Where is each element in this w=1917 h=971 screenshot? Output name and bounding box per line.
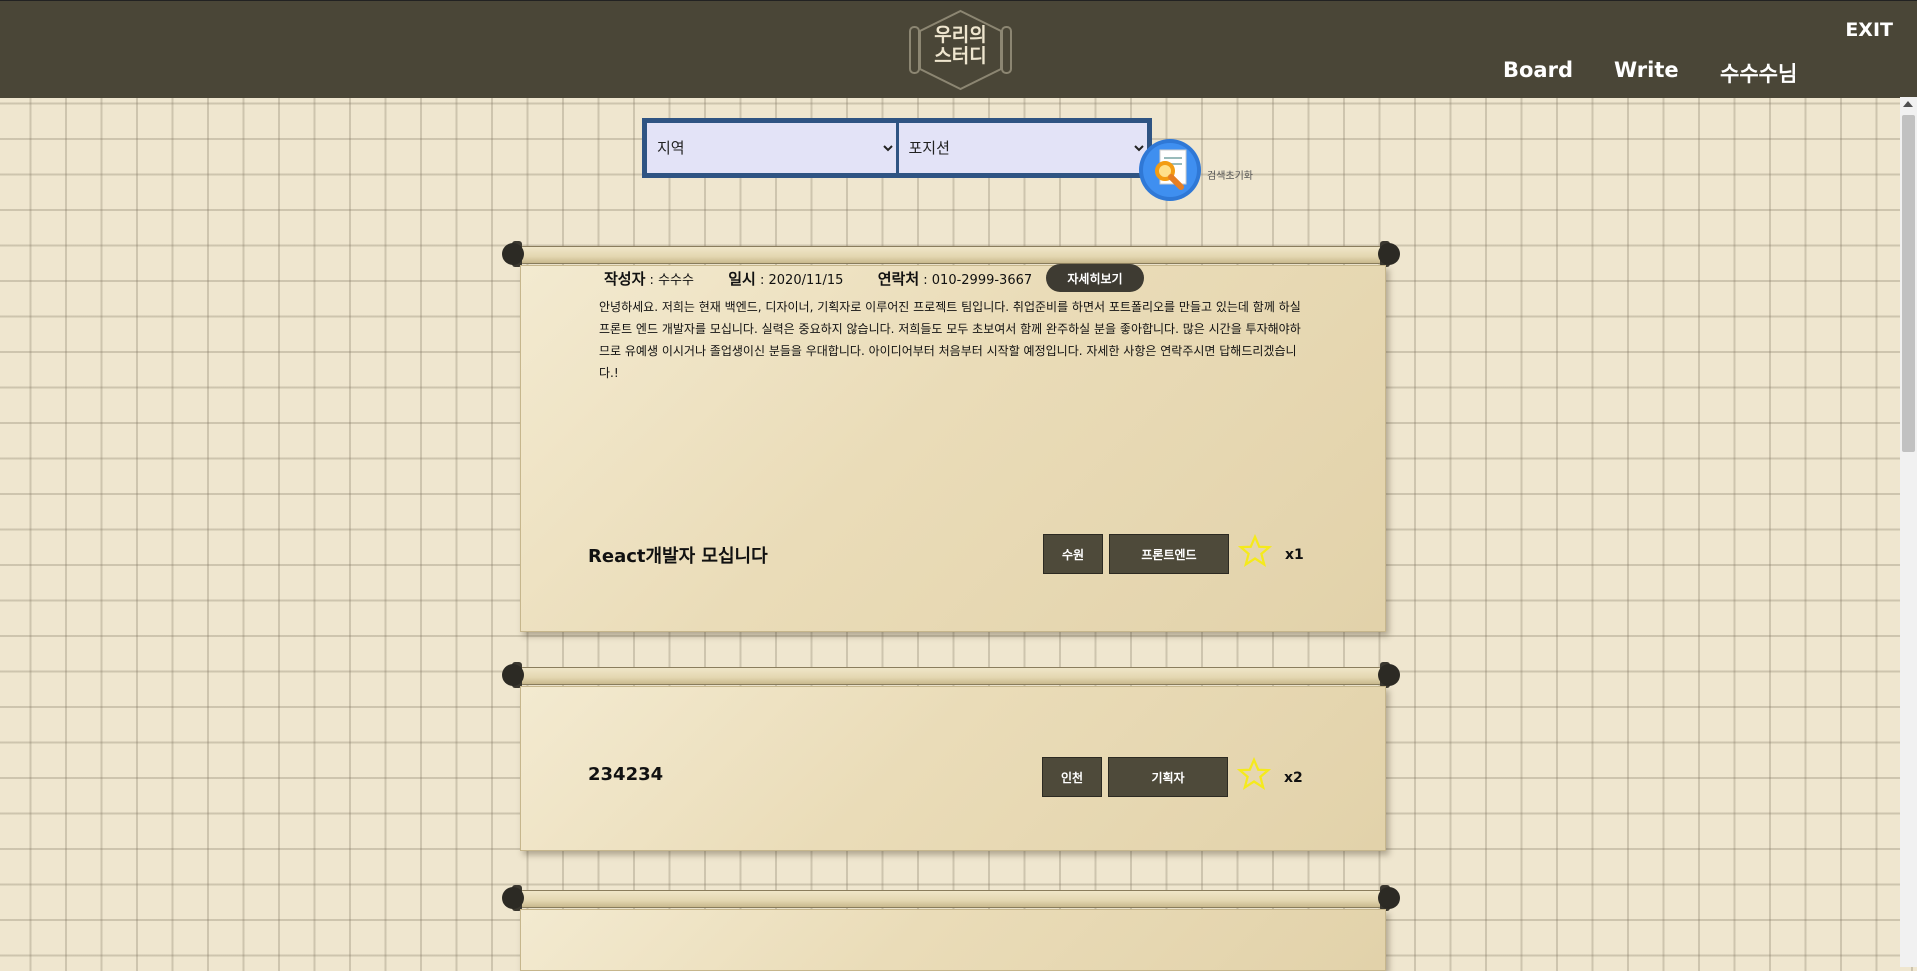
post-title[interactable]: 234234 (588, 764, 663, 785)
region-tag: 인천 (1042, 757, 1102, 797)
search-reset-link[interactable]: 검색초기화 (1207, 167, 1253, 182)
scroll-rod (500, 885, 1402, 911)
search-filter-box: 지역 포지션 (642, 118, 1152, 178)
star-icon[interactable] (1238, 534, 1272, 568)
contact-label: 연락처 (877, 270, 920, 288)
position-select[interactable]: 포지션 (898, 123, 1147, 173)
author: 수수수 (658, 273, 694, 288)
position-tag: 기획자 (1108, 757, 1228, 797)
nav-user[interactable]: 수수수님 (1720, 58, 1797, 88)
scroll-rod (500, 662, 1402, 688)
detail-button[interactable]: 자세히보기 (1046, 264, 1144, 292)
star-count: x2 (1284, 770, 1303, 786)
post-title[interactable]: React개발자 모십니다 (588, 542, 768, 568)
logo-text: 우리의 스터디 (934, 24, 987, 67)
region-tag: 수원 (1043, 534, 1103, 574)
author-label: 작성자 (604, 270, 646, 288)
post-meta: 작성자 : 수수수 일시 : 2020/11/15 연락처 : 010-2999… (604, 270, 1033, 288)
scroll-rod (500, 241, 1402, 267)
nav-board[interactable]: Board (1503, 58, 1573, 82)
post-paper: 작성자 : 수수수 일시 : 2020/11/15 연락처 : 010-2999… (520, 264, 1386, 632)
nav-write[interactable]: Write (1614, 58, 1679, 82)
exit-button[interactable]: EXIT (1845, 19, 1893, 41)
contact: 010-2999-3667 (931, 273, 1033, 288)
logo[interactable]: 우리의 스터디 (909, 9, 1012, 91)
scroll-thumb[interactable] (1902, 115, 1915, 452)
post-body: 안녕하세요. 저희는 현재 백엔드, 디자이너, 기획자로 이루어진 프로젝트 … (599, 300, 1301, 380)
search-document-icon[interactable] (1138, 138, 1202, 202)
star-icon[interactable] (1237, 757, 1271, 791)
post-paper: 234234 인천 기획자 x2 (520, 686, 1386, 851)
date-label: 일시 (728, 270, 756, 288)
scroll-up-arrow-icon[interactable] (1903, 101, 1913, 107)
header: 우리의 스터디 EXIT Board Write 수수수님 (0, 0, 1917, 98)
position-tag: 프론트엔드 (1109, 534, 1229, 574)
date: 2020/11/15 (768, 273, 844, 288)
star-count: x1 (1285, 547, 1304, 563)
post-paper (520, 909, 1386, 971)
region-select[interactable]: 지역 (647, 123, 896, 173)
